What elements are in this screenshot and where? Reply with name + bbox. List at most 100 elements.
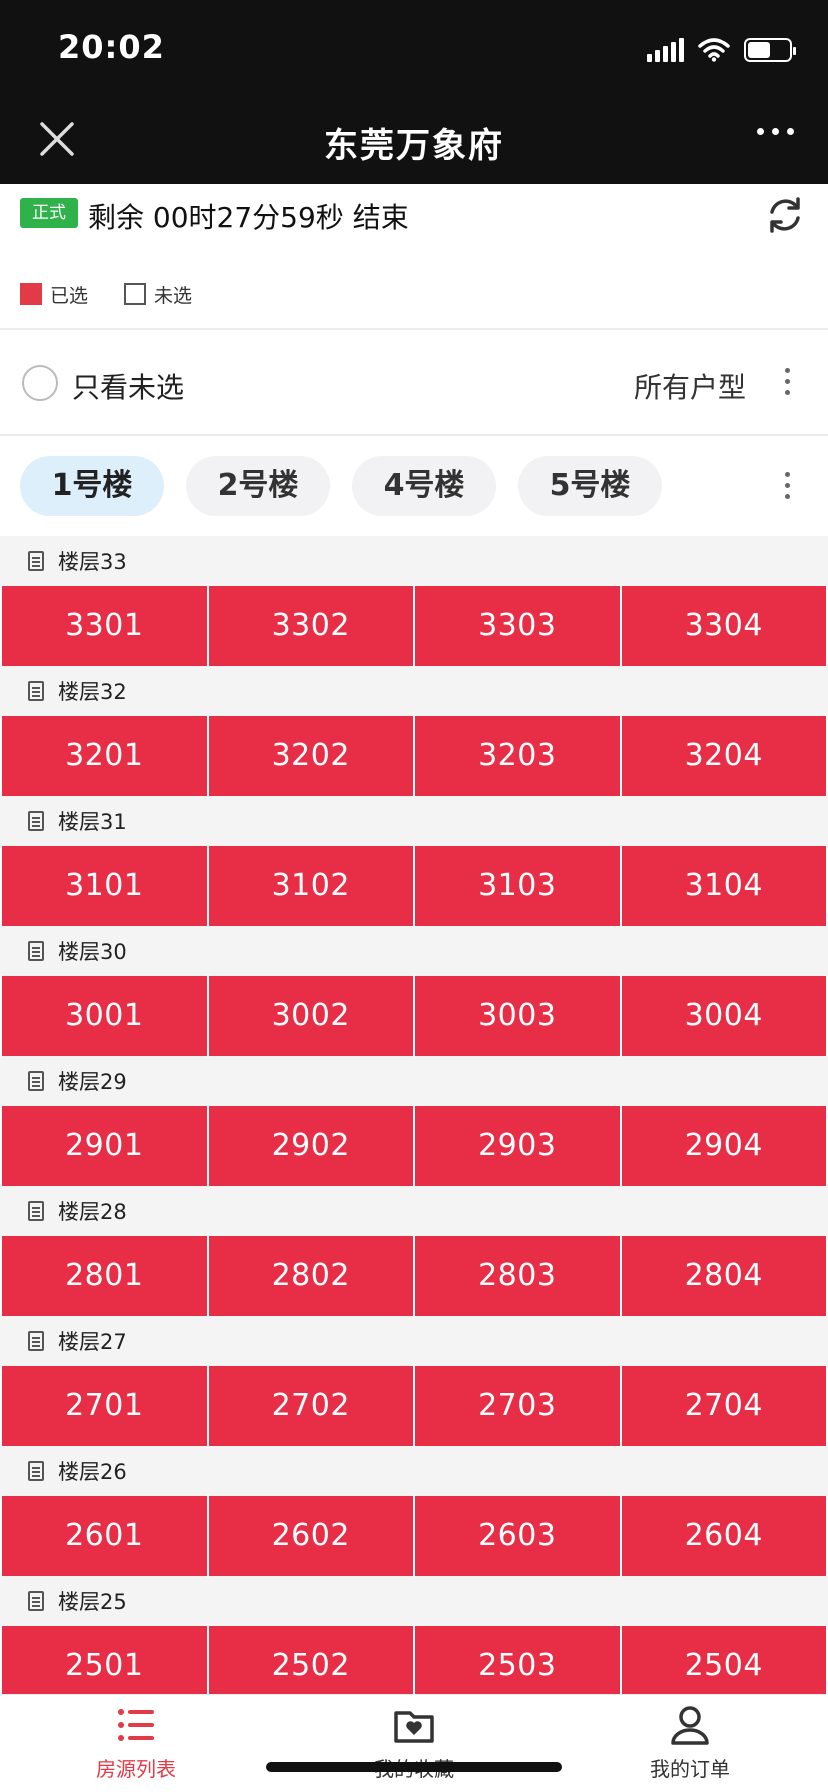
- unit-cell[interactable]: 2801: [2, 1236, 207, 1316]
- unit-cell[interactable]: 2603: [415, 1496, 620, 1576]
- home-indicator[interactable]: [266, 1762, 562, 1772]
- document-icon: [28, 551, 44, 571]
- user-icon: [671, 1706, 709, 1745]
- unit-type-filter[interactable]: 所有户型: [634, 366, 746, 406]
- unit-cell[interactable]: 2503: [415, 1626, 620, 1694]
- unit-cell[interactable]: 3103: [415, 846, 620, 926]
- floor-label: 楼层31: [58, 810, 127, 834]
- filter-more-icon[interactable]: [785, 368, 790, 395]
- unit-cell[interactable]: 2902: [208, 1106, 413, 1186]
- unit-cell[interactable]: 3002: [208, 976, 413, 1056]
- unit-cell[interactable]: 3101: [2, 846, 207, 926]
- floor-section: 楼层25 2501 2502 2503 2504: [0, 1576, 828, 1694]
- unit-row: 2501 2502 2503 2504: [0, 1626, 828, 1694]
- unit-cell[interactable]: 2802: [208, 1236, 413, 1316]
- unit-cell[interactable]: 2803: [415, 1236, 620, 1316]
- floor-header: 楼层26: [0, 1446, 828, 1496]
- unit-cell[interactable]: 3102: [208, 846, 413, 926]
- selected-swatch: [20, 283, 42, 305]
- unit-cell[interactable]: 3004: [621, 976, 826, 1056]
- floor-header: 楼层30: [0, 926, 828, 976]
- bottom-tab-label: 我的订单: [650, 1757, 730, 1781]
- floor-header: 楼层29: [0, 1056, 828, 1106]
- legend-unselected-label: 未选: [154, 284, 193, 307]
- unit-cell[interactable]: 2703: [415, 1366, 620, 1446]
- only-unselected-label[interactable]: 只看未选: [72, 366, 184, 406]
- floor-label: 楼层26: [58, 1460, 127, 1484]
- floor-label: 楼层27: [58, 1330, 127, 1354]
- unit-cell[interactable]: 2804: [621, 1236, 826, 1316]
- floor-label: 楼层32: [58, 680, 127, 704]
- floor-header: 楼层25: [0, 1576, 828, 1626]
- bottom-nav: 房源列表 我的收藏 我的订单: [0, 1694, 828, 1792]
- signal-icon: [647, 38, 684, 62]
- battery-icon: [744, 38, 796, 62]
- only-unselected-radio[interactable]: [22, 365, 58, 401]
- unit-row: 3201 3202 3203 3204: [0, 716, 828, 796]
- floor-header: 楼层28: [0, 1186, 828, 1236]
- tab-building-1[interactable]: 1号楼: [20, 456, 164, 516]
- document-icon: [28, 1201, 44, 1221]
- unit-row: 2601 2602 2603 2604: [0, 1496, 828, 1576]
- unit-cell[interactable]: 2504: [621, 1626, 826, 1694]
- floor-label: 楼层30: [58, 940, 127, 964]
- unit-cell[interactable]: 3003: [415, 976, 620, 1056]
- unit-cell[interactable]: 2903: [415, 1106, 620, 1186]
- list-icon: [118, 1709, 154, 1741]
- unit-cell[interactable]: 3202: [208, 716, 413, 796]
- unit-cell[interactable]: 3303: [415, 586, 620, 666]
- unit-cell[interactable]: 3201: [2, 716, 207, 796]
- unit-cell[interactable]: 2702: [208, 1366, 413, 1446]
- unit-cell[interactable]: 3304: [621, 586, 826, 666]
- timer-row: 正式 剩余 00时27分59秒 结束: [0, 184, 828, 258]
- wifi-icon: [698, 38, 730, 62]
- unit-cell[interactable]: 3203: [415, 716, 620, 796]
- floor-section: 楼层26 2601 2602 2603 2604: [0, 1446, 828, 1576]
- heart-folder-icon: [394, 1711, 434, 1743]
- document-icon: [28, 1591, 44, 1611]
- unit-cell[interactable]: 2602: [208, 1496, 413, 1576]
- unit-row: 2701 2702 2703 2704: [0, 1366, 828, 1446]
- refresh-icon[interactable]: [764, 194, 806, 236]
- unit-cell[interactable]: 2904: [621, 1106, 826, 1186]
- unit-cell[interactable]: 2601: [2, 1496, 207, 1576]
- unit-row: 2801 2802 2803 2804: [0, 1236, 828, 1316]
- floor-header: 楼层32: [0, 666, 828, 716]
- unit-cell[interactable]: 2501: [2, 1626, 207, 1694]
- floor-list[interactable]: 楼层33 3301 3302 3303 3304 楼层32 3201 3202 …: [0, 536, 828, 1694]
- floor-section: 楼层29 2901 2902 2903 2904: [0, 1056, 828, 1186]
- page-title: 东莞万象府: [324, 126, 504, 166]
- document-icon: [28, 1461, 44, 1481]
- status-time: 20:02: [58, 28, 165, 66]
- document-icon: [28, 1071, 44, 1091]
- countdown-text: 剩余 00时27分59秒 结束: [88, 201, 409, 234]
- unit-cell[interactable]: 3104: [621, 846, 826, 926]
- status-icons: [647, 36, 796, 64]
- unit-cell[interactable]: 2901: [2, 1106, 207, 1186]
- document-icon: [28, 811, 44, 831]
- bottom-tab-orders[interactable]: 我的订单: [590, 1703, 790, 1782]
- floor-section: 楼层30 3001 3002 3003 3004: [0, 926, 828, 1056]
- tab-building-5[interactable]: 5号楼: [518, 456, 662, 516]
- status-badge: 正式: [20, 198, 78, 228]
- bottom-tab-listing[interactable]: 房源列表: [36, 1703, 236, 1782]
- unit-cell[interactable]: 2502: [208, 1626, 413, 1694]
- document-icon: [28, 1331, 44, 1351]
- tab-building-4[interactable]: 4号楼: [352, 456, 496, 516]
- unit-cell[interactable]: 3302: [208, 586, 413, 666]
- building-tabs: 1号楼 2号楼 4号楼 5号楼: [0, 436, 828, 536]
- floor-section: 楼层28 2801 2802 2803 2804: [0, 1186, 828, 1316]
- unit-cell[interactable]: 3301: [2, 586, 207, 666]
- unit-cell[interactable]: 2604: [621, 1496, 826, 1576]
- floor-header: 楼层31: [0, 796, 828, 846]
- unit-cell[interactable]: 2704: [621, 1366, 826, 1446]
- unit-cell[interactable]: 2701: [2, 1366, 207, 1446]
- unit-cell[interactable]: 3001: [2, 976, 207, 1056]
- unit-cell[interactable]: 3204: [621, 716, 826, 796]
- unit-row: 3301 3302 3303 3304: [0, 586, 828, 666]
- more-icon[interactable]: [757, 128, 794, 135]
- tab-building-2[interactable]: 2号楼: [186, 456, 330, 516]
- floor-section: 楼层33 3301 3302 3303 3304: [0, 536, 828, 666]
- document-icon: [28, 941, 44, 961]
- tabs-more-icon[interactable]: [785, 472, 790, 499]
